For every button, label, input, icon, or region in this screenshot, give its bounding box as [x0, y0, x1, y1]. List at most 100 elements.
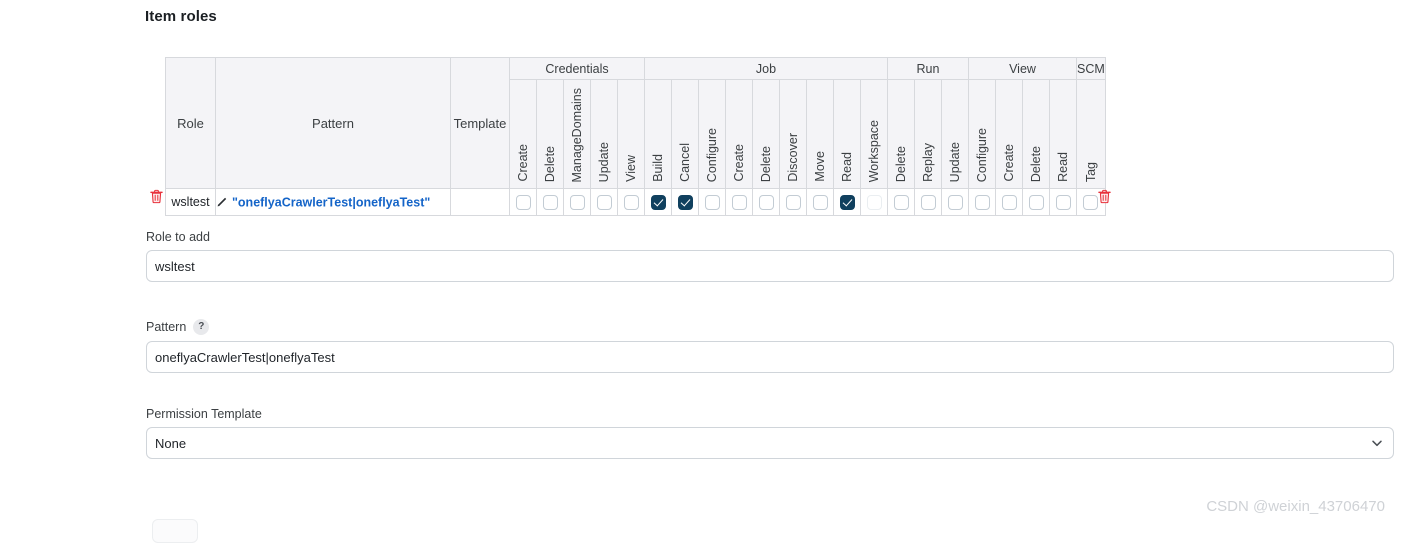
- help-icon[interactable]: ?: [193, 319, 210, 335]
- role-header: Role: [165, 57, 216, 189]
- column-header-4-view: View: [617, 79, 645, 189]
- role-to-add-label: Role to add: [146, 230, 1394, 244]
- cell-permission-workspace: [860, 188, 888, 216]
- cell-permission-delete: [887, 188, 915, 216]
- column-header-label: Workspace: [867, 119, 881, 182]
- cell-permission-read: [1049, 188, 1077, 216]
- group-header-job: Job: [644, 57, 888, 80]
- column-header-2-managedomains: ManageDomains: [563, 79, 591, 189]
- column-header-17-configure: Configure: [968, 79, 996, 189]
- column-header-label: ManageDomains: [570, 87, 584, 183]
- column-header-label: Delete: [1029, 145, 1043, 182]
- group-header-credentials: Credentials: [509, 57, 645, 80]
- permission-template-select[interactable]: None: [146, 427, 1394, 459]
- permission-checkbox-delete[interactable]: [1028, 194, 1044, 210]
- column-header-label: Delete: [543, 145, 557, 182]
- cell-permission-configure: [698, 188, 726, 216]
- column-header-10-discover: Discover: [779, 79, 807, 189]
- column-header-16-update: Update: [941, 79, 969, 189]
- cell-permission-delete: [1022, 188, 1050, 216]
- permission-checkbox-workspace[interactable]: [866, 194, 882, 210]
- permission-checkbox-delete[interactable]: [758, 194, 774, 210]
- pattern-input[interactable]: [146, 341, 1394, 373]
- page-title: Item roles: [145, 8, 217, 25]
- pattern-label: Pattern ?: [146, 319, 1394, 335]
- column-header-label: Create: [1002, 144, 1016, 182]
- column-header-20-read: Read: [1049, 79, 1077, 189]
- column-header-12-read: Read: [833, 79, 861, 189]
- column-header-label: Delete: [894, 145, 908, 182]
- cell-permission-create: [509, 188, 537, 216]
- permission-checkbox-create[interactable]: [515, 194, 531, 210]
- column-header-21-tag: Tag: [1076, 79, 1106, 189]
- permission-checkbox-update[interactable]: [596, 194, 612, 210]
- cell-template: [450, 188, 510, 216]
- cell-permission-replay: [914, 188, 942, 216]
- column-header-14-delete: Delete: [887, 79, 915, 189]
- trash-icon[interactable]: [150, 189, 163, 204]
- cell-permission-cancel: [671, 188, 699, 216]
- column-header-label: Create: [516, 144, 530, 182]
- column-header-19-delete: Delete: [1022, 79, 1050, 189]
- column-header-0-create: Create: [509, 79, 537, 189]
- cell-permission-read: [833, 188, 861, 216]
- permission-checkbox-update[interactable]: [947, 194, 963, 210]
- group-header-view: View: [968, 57, 1077, 80]
- column-header-label: Tag: [1083, 161, 1098, 182]
- permission-checkbox-move[interactable]: [812, 194, 828, 210]
- cell-permission-build: [644, 188, 672, 216]
- column-header-label: Configure: [975, 127, 989, 182]
- cell-permission-view: [617, 188, 645, 216]
- column-header-label: Read: [1056, 152, 1070, 182]
- cell-permission-move: [806, 188, 834, 216]
- edit-pencil-icon[interactable]: [216, 196, 228, 208]
- pattern-value[interactable]: "oneflyaCrawlerTest|oneflyaTest": [232, 195, 430, 209]
- column-header-label: Discover: [786, 133, 800, 182]
- permission-checkbox-tag[interactable]: [1083, 194, 1099, 210]
- column-header-label: Delete: [759, 145, 773, 182]
- item-roles-matrix: Role Pattern Template Credentials Job Run V…: [165, 57, 1106, 216]
- table-head: Role Pattern Template Credentials Job Run V…: [165, 57, 1106, 189]
- pattern-header: Pattern: [215, 57, 451, 189]
- item-roles-page: Item roles Role Pattern Template Credent…: [0, 0, 1401, 543]
- cell-permission-update: [590, 188, 618, 216]
- permission-checkbox-view[interactable]: [623, 194, 639, 210]
- group-header-run: Run: [887, 57, 969, 80]
- permission-checkbox-delete[interactable]: [542, 194, 558, 210]
- column-header-label: Configure: [705, 127, 719, 182]
- cell-permission-update: [941, 188, 969, 216]
- permission-checkbox-replay[interactable]: [920, 194, 936, 210]
- group-header-row: Role Pattern Template Credentials Job Run V…: [165, 57, 1106, 189]
- pattern-label-text: Pattern: [146, 320, 187, 334]
- permission-checkbox-configure[interactable]: [704, 194, 720, 210]
- column-header-8-create: Create: [725, 79, 753, 189]
- column-header-label: Cancel: [678, 143, 692, 182]
- column-header-label: View: [624, 155, 638, 182]
- permission-checkbox-create[interactable]: [731, 194, 747, 210]
- permissions-table: Role Pattern Template Credentials Job Run V…: [165, 57, 1106, 216]
- column-header-label: Build: [651, 154, 665, 182]
- permission-checkbox-cancel[interactable]: [677, 194, 693, 210]
- permission-checkbox-managedomains[interactable]: [569, 194, 585, 210]
- submit-button-partial[interactable]: [152, 519, 198, 543]
- permission-checkbox-discover[interactable]: [785, 194, 801, 210]
- role-to-add-input[interactable]: [146, 250, 1394, 282]
- permission-checkbox-read[interactable]: [1055, 194, 1071, 210]
- column-header-7-configure: Configure: [698, 79, 726, 189]
- trash-icon[interactable]: [1098, 189, 1111, 204]
- permission-checkbox-configure[interactable]: [974, 194, 990, 210]
- group-header-scm: SCM: [1076, 57, 1106, 80]
- permission-checkbox-create[interactable]: [1001, 194, 1017, 210]
- column-header-label: Create: [732, 144, 746, 182]
- cell-permission-managedomains: [563, 188, 591, 216]
- permission-checkbox-delete[interactable]: [893, 194, 909, 210]
- column-header-5-build: Build: [644, 79, 672, 189]
- column-header-6-cancel: Cancel: [671, 79, 699, 189]
- cell-permission-create: [995, 188, 1023, 216]
- permission-checkbox-read[interactable]: [839, 194, 855, 210]
- column-header-13-workspace: Workspace: [860, 79, 888, 189]
- column-header-label: Read: [840, 152, 854, 182]
- column-header-3-update: Update: [590, 79, 618, 189]
- permission-checkbox-build[interactable]: [650, 194, 666, 210]
- column-header-label: Update: [948, 141, 962, 182]
